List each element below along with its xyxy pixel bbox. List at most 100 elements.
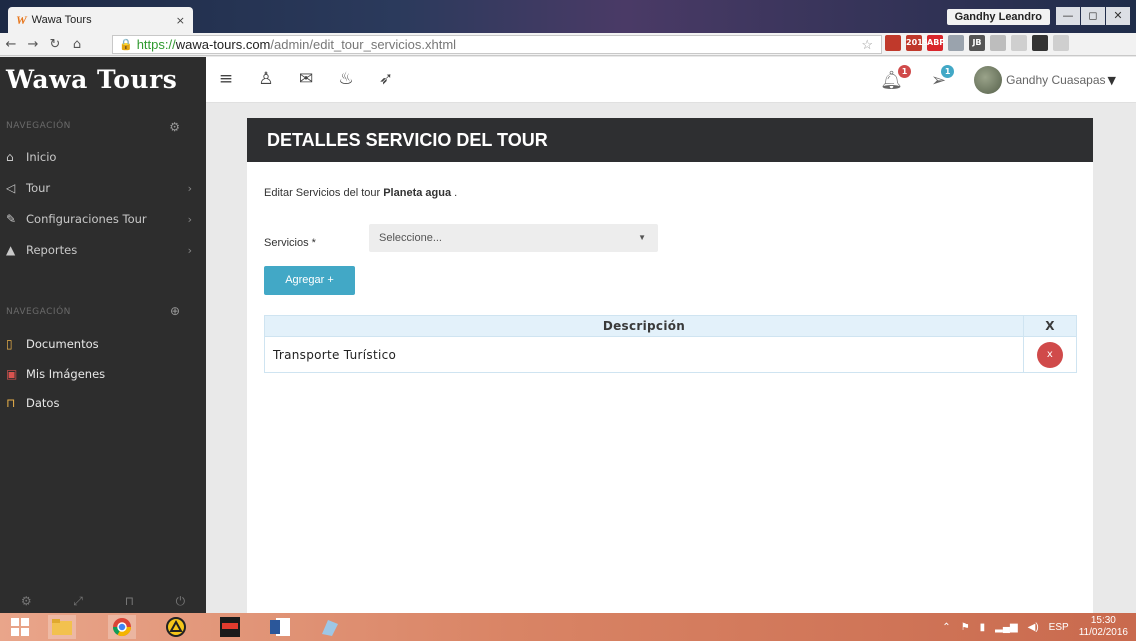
user-name[interactable]: Gandhy Cuasapas [1006, 73, 1105, 87]
top-app-icon[interactable] [216, 615, 244, 639]
browser-tab[interactable]: W Wawa Tours × [8, 7, 193, 33]
minimize-button[interactable]: — [1056, 7, 1080, 25]
edit-icon: ✎ [6, 212, 17, 226]
caret-down-icon: ▼ [638, 233, 646, 242]
mail-icon[interactable]: ✉ [296, 69, 316, 89]
sidebar-item-label: Tour [26, 181, 51, 195]
sidebar-item-datos[interactable]: ⊓ Datos [6, 396, 192, 410]
home-icon: ⌂ [6, 150, 14, 164]
maximize-button[interactable]: ◻ [1081, 7, 1105, 25]
back-icon[interactable]: ← [0, 37, 22, 52]
page-title: DETALLES SERVICIO DEL TOUR [247, 118, 1093, 162]
close-window-button[interactable]: ✕ [1106, 7, 1130, 25]
bookmark-star-icon[interactable]: ☆ [861, 37, 873, 53]
word-icon[interactable] [266, 615, 294, 639]
add-button[interactable]: Agregar + [264, 266, 355, 295]
user-icon[interactable]: ♙ [256, 69, 276, 89]
window-controls: — ◻ ✕ [1056, 7, 1130, 25]
gear-icon[interactable]: ⚙ [169, 120, 180, 134]
sidebar-item-configuraciones[interactable]: ✎ Configuraciones Tour › [6, 212, 192, 226]
url-path: /admin/edit_tour_servicios.xhtml [270, 37, 457, 52]
avatar[interactable] [974, 66, 1003, 94]
reload-icon[interactable]: ↻ [44, 37, 66, 52]
flag-icon[interactable]: ⚑ [961, 622, 970, 633]
app-icon[interactable] [162, 615, 190, 639]
chevron-right-icon: › [187, 212, 192, 226]
chevron-down-icon[interactable]: ▼ [1108, 74, 1116, 87]
settings-icon[interactable]: ⚙ [21, 594, 32, 608]
main-content: DETALLES SERVICIO DEL TOUR Editar Servic… [206, 103, 1136, 613]
sidebar-item-documentos[interactable]: ▯ Documentos [6, 337, 192, 351]
battery-icon[interactable]: ▮ [980, 622, 986, 633]
add-circle-icon[interactable]: ⊕ [170, 304, 180, 318]
extension-icon-1[interactable] [885, 35, 901, 51]
sidebar-section-title: NAVEGACIÓN [6, 121, 71, 131]
service-description: Transporte Turístico [264, 336, 1024, 373]
intro-text: Editar Servicios del tour Planeta agua . [264, 187, 457, 199]
menu-toggle-icon[interactable]: ≡ [216, 69, 236, 89]
jb-icon[interactable]: JB [969, 35, 985, 51]
tab-close-icon[interactable]: × [176, 14, 185, 27]
sidebar-section-title: NAVEGACIÓN [6, 307, 71, 317]
power-icon[interactable]: ⏻ [176, 594, 186, 609]
header-right: 🔔︎ 1 ➢ 1 Gandhy Cuasapas ▼ [880, 64, 1116, 94]
image-icon: ▣ [6, 367, 18, 381]
language-indicator[interactable]: ESP [1049, 622, 1069, 633]
lock-icon: ⊓ [6, 396, 16, 410]
url-host: wawa-tours.com [175, 37, 271, 52]
table-header-row: Descripción X [264, 315, 1077, 337]
table-row: Transporte Turístico x [264, 336, 1077, 373]
volume-icon[interactable]: ◀) [1028, 622, 1039, 633]
notes-app-icon[interactable] [316, 615, 344, 639]
chevron-right-icon: › [187, 181, 192, 195]
forward-icon[interactable]: → [22, 37, 44, 52]
clock-date: 11/02/2016 [1078, 627, 1128, 638]
sidebar-item-imagenes[interactable]: ▣ Mis Imágenes [6, 367, 192, 381]
chevron-up-icon[interactable]: ⌃ [942, 622, 950, 633]
sidebar-item-tour[interactable]: ◁ Tour › [6, 181, 192, 195]
tab-title: Wawa Tours [31, 14, 92, 26]
system-tray: ⌃ ⚑ ▮ ▂▄▆ ◀) ESP 15:30 11/02/2016 [942, 613, 1128, 641]
delete-button[interactable]: x [1037, 341, 1063, 368]
extension-icon-8[interactable] [1032, 35, 1048, 51]
extension-icon-9[interactable] [1053, 35, 1069, 51]
send-icon: ◁ [6, 181, 16, 195]
lock-icon: 🔒 [119, 39, 133, 51]
url-bar[interactable]: 🔒 https:// wawa-tours.com /admin/edit_to… [112, 35, 882, 54]
brand-logo[interactable]: Wawa Tours [0, 57, 206, 103]
clock-time: 15:30 [1090, 615, 1116, 626]
servicios-select[interactable]: Seleccione... ▼ [369, 224, 658, 252]
extensions-area: 2019 ABP JB [885, 35, 1069, 51]
rocket-icon[interactable]: ➶ [376, 69, 396, 89]
file-explorer-icon[interactable] [48, 615, 76, 639]
sidebar-item-inicio[interactable]: ⌂ Inicio [6, 150, 192, 164]
clock[interactable]: 15:30 11/02/2016 [1079, 615, 1128, 639]
messages-button[interactable]: ➢ 1 [931, 64, 955, 91]
gmail-icon[interactable]: 2019 [906, 35, 928, 51]
windows-start-icon[interactable] [6, 615, 34, 639]
tour-services-panel: DETALLES SERVICIO DEL TOUR Editar Servic… [247, 118, 1093, 613]
chevron-right-icon: › [187, 243, 192, 257]
col-descripcion[interactable]: Descripción [264, 315, 1024, 337]
home-icon[interactable]: ⌂ [66, 37, 88, 52]
notifications-badge: 1 [898, 64, 912, 78]
servicios-label: Servicios * [264, 237, 316, 249]
chart-icon: ▲ [6, 243, 16, 257]
fire-icon[interactable]: ♨ [336, 69, 356, 89]
tour-name: Planeta agua [383, 187, 452, 199]
browser-profile-button[interactable]: Gandhy Leandro [946, 9, 1050, 25]
extension-icon-7[interactable] [1011, 35, 1027, 51]
sidebar-item-label: Reportes [26, 243, 78, 257]
extension-icon-6[interactable] [990, 35, 1006, 51]
extension-icon-4[interactable] [948, 35, 964, 51]
notifications-button[interactable]: 🔔︎ 1 [880, 64, 912, 91]
abp-icon[interactable]: ABP [927, 35, 945, 51]
sidebar-item-label: Inicio [26, 150, 57, 164]
services-table: Descripción X Transporte Turístico x [264, 315, 1077, 373]
chrome-icon[interactable] [108, 615, 136, 639]
sidebar-item-reportes[interactable]: ▲ Reportes › [6, 243, 192, 257]
signal-icon[interactable]: ▂▄▆ [995, 622, 1017, 633]
document-icon: ▯ [6, 337, 13, 351]
fullscreen-icon[interactable]: ⤢ [73, 594, 83, 609]
lock-icon[interactable]: ⊓ [125, 594, 134, 608]
